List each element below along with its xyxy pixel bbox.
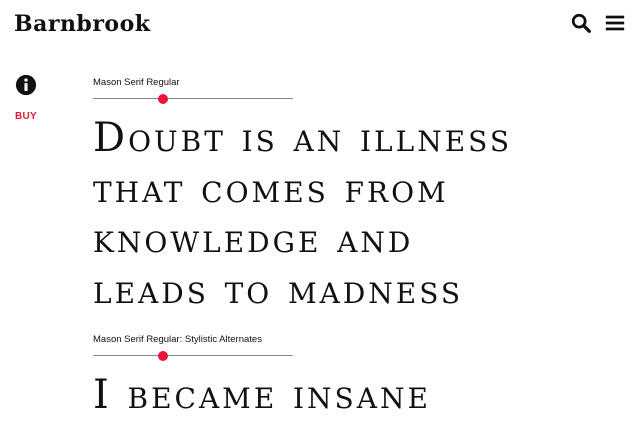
specimen-line: I became insane xyxy=(93,372,431,418)
info-icon[interactable] xyxy=(15,74,37,96)
slider-thumb[interactable] xyxy=(158,94,168,104)
search-icon[interactable] xyxy=(570,12,592,34)
specimen-block: Mason Serif Regular Doubt is an illness … xyxy=(93,77,633,315)
specimen-text[interactable]: I became insane xyxy=(93,370,633,421)
slider-thumb[interactable] xyxy=(158,351,168,361)
brand-logo[interactable]: Barnbrook xyxy=(14,11,151,37)
specimen-line: that comes from xyxy=(93,165,449,212)
slider-track[interactable] xyxy=(93,355,293,356)
specimen-line: leads to madness xyxy=(93,266,464,313)
sidebar: BUY xyxy=(14,74,38,122)
specimen-label: Mason Serif Regular: Stylistic Alternate… xyxy=(93,334,262,345)
buy-link[interactable]: BUY xyxy=(15,111,37,122)
specimen-text[interactable]: Doubt is an illness that comes from know… xyxy=(93,113,633,315)
header-actions xyxy=(570,12,626,34)
size-slider[interactable] xyxy=(93,93,293,105)
slider-track[interactable] xyxy=(93,98,293,99)
specimen-block: Mason Serif Regular: Stylistic Alternate… xyxy=(93,334,633,421)
size-slider[interactable] xyxy=(93,350,293,362)
specimen-label: Mason Serif Regular xyxy=(93,77,180,88)
specimen-line: Doubt is an illness xyxy=(93,115,513,161)
hamburger-menu-icon[interactable] xyxy=(604,12,626,34)
specimen-line: knowledge and xyxy=(93,216,414,262)
